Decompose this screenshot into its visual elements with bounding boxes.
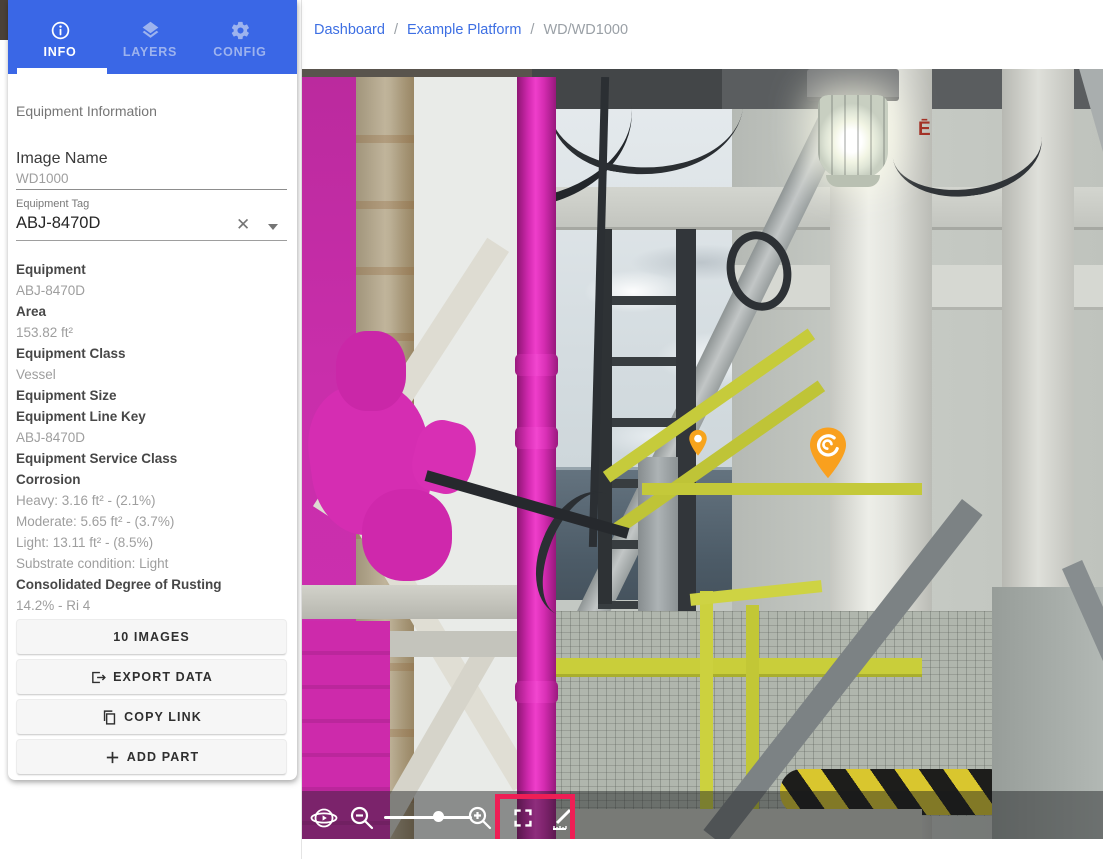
export-button-label: EXPORT DATA <box>113 670 213 684</box>
zoom-in-button[interactable] <box>467 805 493 831</box>
detail-line: Light: 13.11 ft² - (8.5%) <box>16 532 289 553</box>
export-data-button[interactable]: EXPORT DATA <box>16 659 287 695</box>
photo-yellow-rail <box>642 483 922 495</box>
fullscreen-highlight-box <box>495 794 575 839</box>
breadcrumb: Dashboard / Example Platform / WD/WD1000 <box>314 22 628 38</box>
section-title: Equipment Information <box>16 103 157 119</box>
image-360-pin-marker[interactable] <box>805 426 851 478</box>
add-part-button-label: ADD PART <box>127 750 199 764</box>
field-underline <box>16 240 287 241</box>
gear-icon <box>230 20 251 41</box>
info-sidebar-panel: INFO LAYERS CONFIG Equipment Information… <box>8 0 297 780</box>
detail-line: Equipment Service Class <box>16 448 289 469</box>
copy-link-button[interactable]: COPY LINK <box>16 699 287 735</box>
detail-line: Moderate: 5.65 ft² - (3.7%) <box>16 511 289 532</box>
detail-line: 153.82 ft² <box>16 322 289 343</box>
tab-config[interactable]: CONFIG <box>195 0 285 74</box>
equipment-tag-select[interactable]: ABJ-8470D <box>16 214 100 233</box>
active-tab-indicator <box>17 68 107 74</box>
detail-line: Equipment <box>16 259 289 280</box>
zoom-out-icon <box>349 805 375 831</box>
detail-line: Equipment Line Key <box>16 406 289 427</box>
corrosion-overlay-pipe-coupling <box>515 681 558 703</box>
view-360-button[interactable] <box>310 805 338 831</box>
detail-line: Equipment Class <box>16 343 289 364</box>
image-name-label: Image Name <box>16 150 108 168</box>
equipment-tag-label: Equipment Tag <box>16 198 89 210</box>
clear-icon[interactable]: ✕ <box>236 215 250 235</box>
photo-lamp <box>818 95 888 179</box>
corrosion-overlay-pipe <box>517 77 556 839</box>
detail-line: ABJ-8470D <box>16 427 289 448</box>
map-pin-marker[interactable] <box>688 429 708 457</box>
breadcrumb-separator: / <box>530 22 534 38</box>
sidebar-tab-bar: INFO LAYERS CONFIG <box>8 0 297 74</box>
zoom-in-icon <box>467 805 493 831</box>
tab-layers[interactable]: LAYERS <box>105 0 195 74</box>
image-name-value: WD1000 <box>16 171 69 186</box>
detail-line: Vessel <box>16 364 289 385</box>
equipment-details-list: Equipment ABJ-8470D Area 153.82 ft² Equi… <box>16 259 289 616</box>
detail-line: ABJ-8470D <box>16 280 289 301</box>
detail-line: Equipment Size <box>16 385 289 406</box>
detail-line: Substrate condition: Light <box>16 553 289 574</box>
breadcrumb-platform[interactable]: Example Platform <box>407 22 521 38</box>
breadcrumb-separator: / <box>394 22 398 38</box>
chevron-down-icon[interactable] <box>268 224 278 230</box>
panel-actions: 10 IMAGES EXPORT DATA COPY LINK ADD PART <box>16 619 287 775</box>
view-360-icon <box>310 805 338 831</box>
info-icon <box>50 20 71 41</box>
copy-icon <box>101 709 118 726</box>
zoom-out-button[interactable] <box>349 805 375 831</box>
copy-link-button-label: COPY LINK <box>124 710 202 724</box>
tab-info-label: INFO <box>43 45 76 59</box>
breadcrumb-current-image: WD/WD1000 <box>543 22 628 38</box>
detail-line: Corrosion <box>16 469 289 490</box>
corrosion-overlay-equipment <box>362 489 452 581</box>
detail-line: Area <box>16 301 289 322</box>
detail-line: 14.2% - Ri 4 <box>16 595 289 616</box>
add-part-button[interactable]: ADD PART <box>16 739 287 775</box>
photo-lamp-cap <box>826 175 880 187</box>
zoom-slider-handle[interactable] <box>433 811 444 822</box>
detail-line: Consolidated Degree of Rusting <box>16 574 289 595</box>
tab-info[interactable]: INFO <box>15 0 105 74</box>
app-window: Dashboard / Example Platform / WD/WD1000… <box>0 0 1103 859</box>
export-icon <box>90 669 107 686</box>
corrosion-overlay-pipe-coupling <box>515 354 558 376</box>
images-button-label: 10 IMAGES <box>113 630 190 644</box>
images-button[interactable]: 10 IMAGES <box>16 619 287 655</box>
tab-layers-label: LAYERS <box>123 45 177 59</box>
pin-icon <box>688 429 708 457</box>
viewer-toolbar <box>302 791 1103 839</box>
viewer-photo[interactable]: Ē <box>302 69 1103 839</box>
photo-beam <box>302 585 534 619</box>
photo-wall-marking: Ē <box>918 119 931 141</box>
pin-360-icon <box>805 426 851 480</box>
detail-line: Heavy: 3.16 ft² - (2.1%) <box>16 490 289 511</box>
corrosion-overlay-pipe-coupling <box>515 427 558 449</box>
field-underline <box>16 189 287 190</box>
layers-icon <box>140 20 161 41</box>
zoom-slider-track[interactable] <box>384 816 472 819</box>
page-edge-decoration <box>0 0 8 40</box>
tab-config-label: CONFIG <box>213 45 266 59</box>
breadcrumb-dashboard[interactable]: Dashboard <box>314 22 385 38</box>
corrosion-overlay-equipment <box>336 331 406 411</box>
plus-icon <box>104 749 121 766</box>
